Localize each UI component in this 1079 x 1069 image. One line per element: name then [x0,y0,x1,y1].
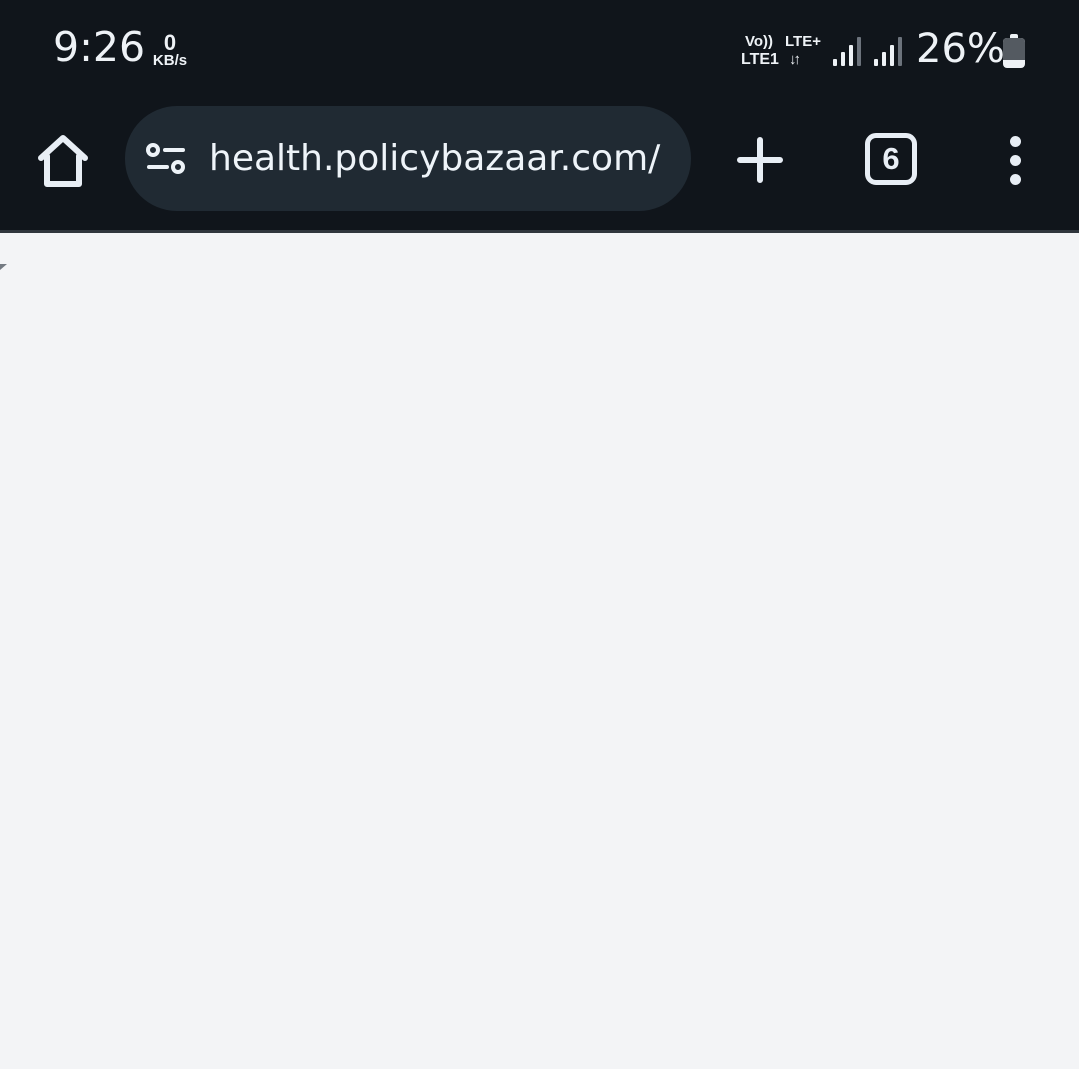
network-speed-unit: KB/s [152,52,188,69]
signal-strength-icon [872,36,902,66]
signal-bar [849,45,853,66]
plus-icon [737,137,783,183]
battery-empty-area [1003,38,1025,60]
signal-strength-icon [831,36,861,66]
signal-bar [857,37,861,66]
more-options-button[interactable] [992,133,1040,189]
signal-bar [898,37,902,66]
more-vert-icon [1010,155,1021,166]
status-time: 9:26 [53,23,146,71]
new-tab-button[interactable] [735,135,785,185]
status-bar: 9:26 0 KB/s Vo)) LTE+ LTE1 ↓↑ 26% [0,0,1079,102]
browser-screen: 9:26 0 KB/s Vo)) LTE+ LTE1 ↓↑ 26% health… [0,0,1079,1069]
site-settings-icon[interactable] [145,142,187,176]
tab-switcher-button[interactable]: 6 [865,133,917,185]
signal-bar [841,52,845,66]
page-edge-marker [0,264,7,270]
lte-plus-indicator: LTE+ [785,33,821,50]
more-vert-icon [1010,174,1021,185]
lte-sim-indicator: LTE1 [741,51,779,68]
battery-percent: 26% [916,26,1005,72]
network-speed-value: 0 [163,30,177,55]
volte-indicator: Vo)) [745,33,774,50]
signal-bar [882,52,886,66]
network-speed: 0 KB/s [150,30,190,69]
url-field[interactable]: health.policybazaar.com/ [209,136,684,182]
address-bar[interactable]: health.policybazaar.com/ [125,106,691,211]
battery-level [1003,38,1025,68]
signal-bar [890,45,894,66]
mobile-network-indicators: Vo)) LTE+ LTE1 ↓↑ [741,33,827,71]
data-transfer-icon: ↓↑ [789,51,801,68]
blank-page-content [0,236,1079,1069]
home-button[interactable] [31,129,95,193]
signal-bar [874,59,878,66]
browser-toolbar: health.policybazaar.com/ 6 [0,102,1079,233]
tab-count: 6 [882,141,900,176]
battery-icon [1003,34,1025,68]
home-icon [38,135,88,187]
more-vert-icon [1010,136,1021,147]
signal-bar [833,59,837,66]
